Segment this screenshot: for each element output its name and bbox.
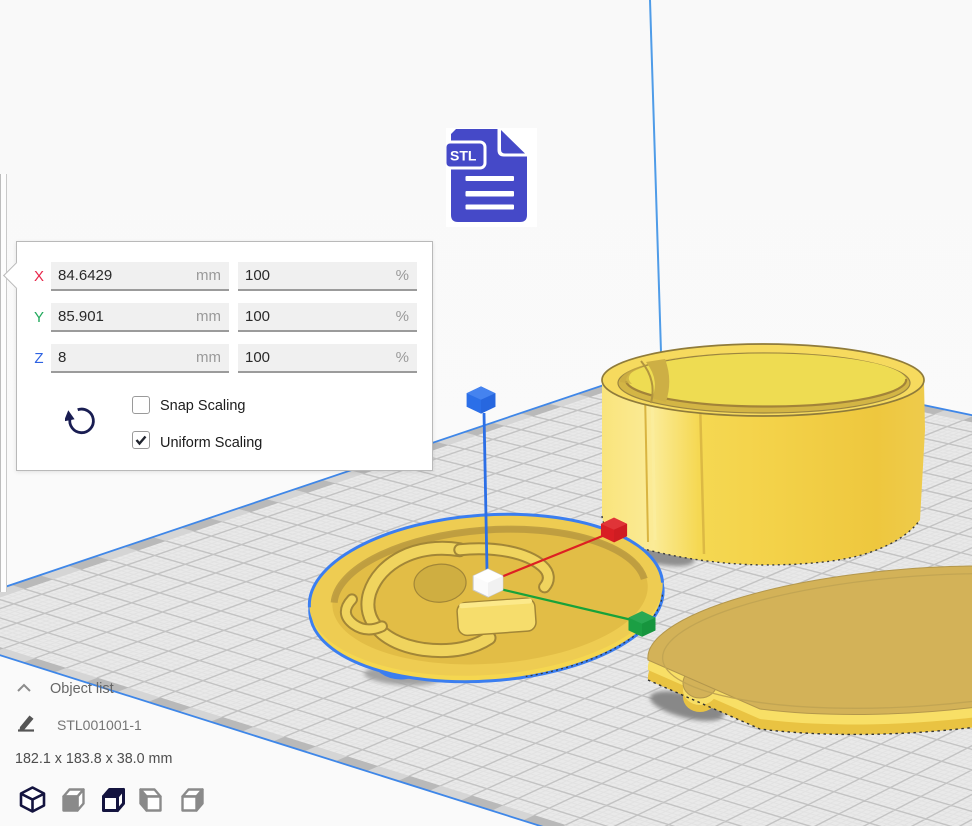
svg-text:STL: STL xyxy=(450,148,477,164)
